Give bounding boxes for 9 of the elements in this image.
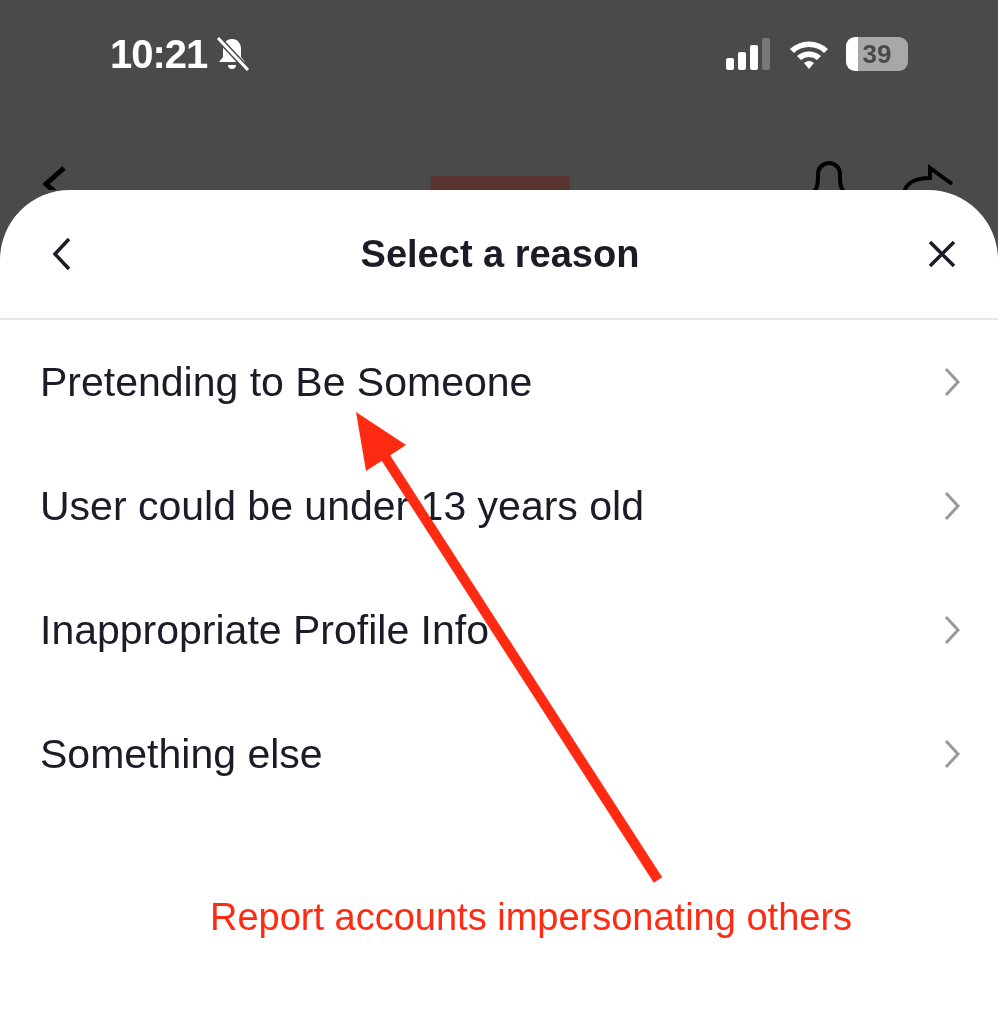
status-time: 10:21 — [110, 31, 208, 77]
sheet-title: Select a reason — [359, 232, 641, 276]
annotation-text: Report accounts impersonating others — [208, 896, 853, 938]
chevron-right-icon — [942, 366, 962, 398]
chevron-right-icon — [942, 614, 962, 646]
chevron-right-icon — [942, 490, 962, 522]
battery-indicator: 39 — [846, 37, 908, 71]
chevron-right-icon — [942, 738, 962, 770]
signal-icon — [726, 38, 772, 70]
